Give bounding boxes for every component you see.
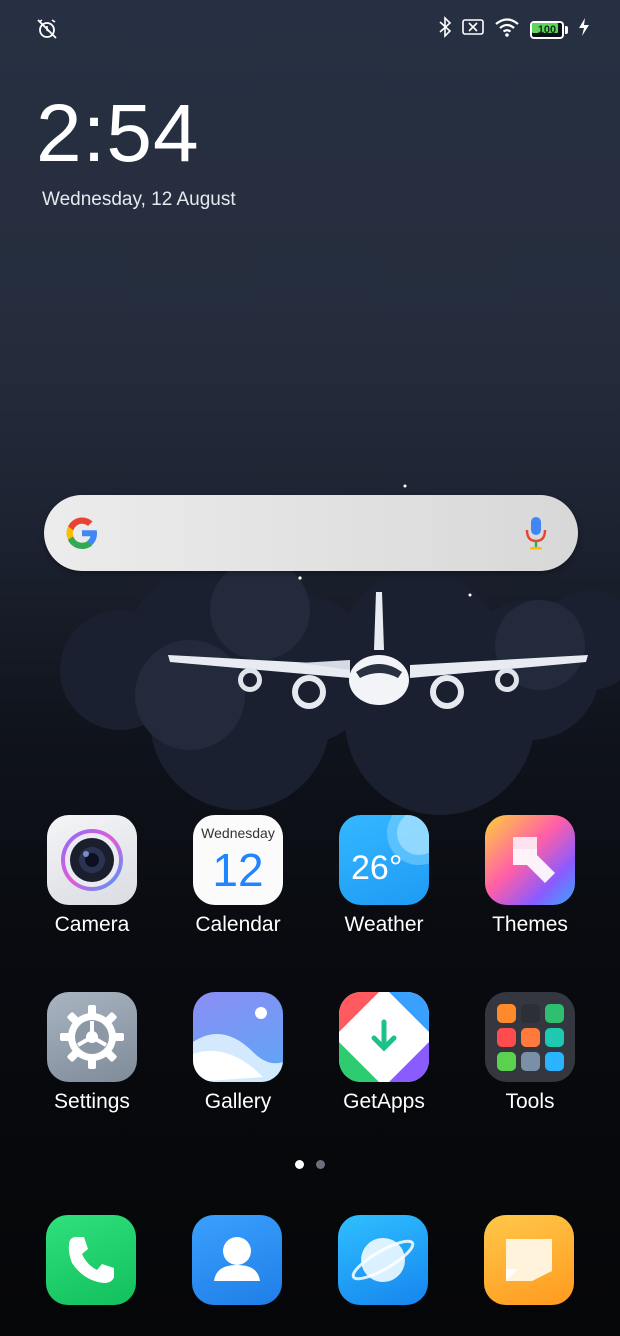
- themes-brush-icon[interactable]: [485, 815, 575, 905]
- dock-phone[interactable]: [31, 1215, 151, 1305]
- folder-icon[interactable]: [485, 992, 575, 1082]
- weather-icon[interactable]: 26°: [339, 815, 429, 905]
- clock-date[interactable]: Wednesday, 12 August: [42, 189, 236, 211]
- app-themes[interactable]: Themes: [470, 815, 590, 937]
- no-sim-icon: [462, 18, 484, 41]
- calendar-day-number: 12: [212, 844, 264, 896]
- contacts-icon[interactable]: [192, 1215, 282, 1305]
- mic-icon[interactable]: [524, 515, 548, 551]
- app-label-weather: Weather: [344, 913, 424, 936]
- app-label-camera: Camera: [54, 913, 130, 936]
- app-gallery[interactable]: Gallery: [178, 992, 298, 1114]
- app-label-getapps: GetApps: [343, 1090, 425, 1113]
- google-icon[interactable]: [64, 515, 100, 551]
- page-indicator: [0, 1160, 620, 1170]
- app-label-settings: Settings: [54, 1090, 130, 1113]
- phone-icon[interactable]: [46, 1215, 136, 1305]
- google-search-bar[interactable]: [44, 495, 578, 571]
- wifi-icon: [494, 17, 520, 42]
- gear-icon[interactable]: [47, 992, 137, 1082]
- app-settings[interactable]: Settings: [32, 992, 152, 1114]
- app-label-calendar: Calendar: [195, 913, 281, 936]
- battery-icon: 100: [530, 20, 568, 39]
- app-getapps[interactable]: GetApps: [324, 992, 444, 1114]
- getapps-icon[interactable]: [339, 992, 429, 1082]
- app-label-tools: Tools: [505, 1090, 555, 1113]
- calendar-icon[interactable]: Wednesday 12: [193, 815, 283, 905]
- app-label-themes: Themes: [492, 913, 568, 936]
- notes-icon[interactable]: [484, 1215, 574, 1305]
- weather-temperature: 26°: [351, 849, 403, 887]
- wallpaper-airplane-image: [60, 484, 620, 815]
- camera-icon[interactable]: [47, 815, 137, 905]
- dock-contacts[interactable]: [177, 1215, 297, 1305]
- status-bar: 100: [0, 0, 620, 56]
- battery-level: 100: [537, 23, 557, 36]
- browser-icon[interactable]: [338, 1215, 428, 1305]
- clock-time[interactable]: 2:54: [36, 86, 200, 182]
- app-tools-folder[interactable]: Tools: [470, 992, 590, 1114]
- dock-browser[interactable]: [323, 1215, 443, 1305]
- bluetooth-icon: [438, 16, 452, 43]
- charging-icon: [578, 17, 590, 42]
- app-calendar[interactable]: Wednesday 12 Calendar: [178, 815, 298, 937]
- app-camera[interactable]: Camera: [32, 815, 152, 937]
- app-label-gallery: Gallery: [204, 1090, 272, 1113]
- app-weather[interactable]: 26° Weather: [324, 815, 444, 937]
- alarm-off-icon: [36, 18, 58, 45]
- page-dot-active[interactable]: [295, 1160, 304, 1169]
- page-dot[interactable]: [316, 1160, 325, 1169]
- dock-notes[interactable]: [469, 1215, 589, 1305]
- gallery-icon[interactable]: [193, 992, 283, 1082]
- calendar-day-name: Wednesday: [201, 825, 275, 841]
